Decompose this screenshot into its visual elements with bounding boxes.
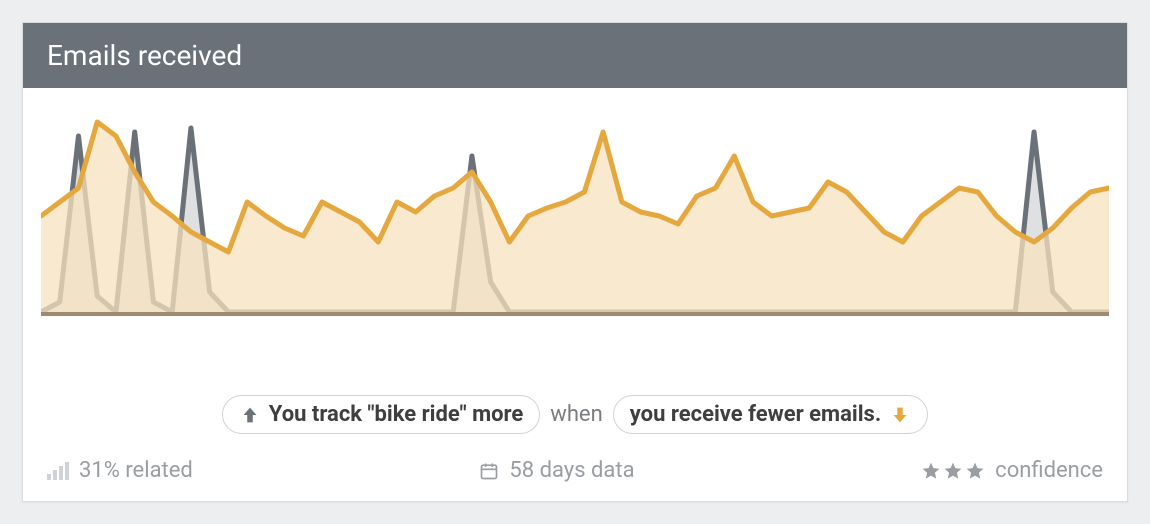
days-text: 58 days data [509,458,634,483]
chart-area [23,88,1127,375]
arrow-down-icon [889,404,911,426]
star-icon [965,461,985,481]
right-pill[interactable]: you receive fewer emails. [613,395,928,434]
days-meta: 58 days data [479,458,634,483]
correlation-chart [41,106,1109,316]
insight-card: Emails received You track "bike ride" mo… [22,22,1128,502]
confidence-stars [921,461,985,481]
related-meta: 31% related [47,458,193,483]
confidence-text: confidence [995,458,1103,483]
when-text: when [550,402,602,427]
card-title: Emails received [23,23,1127,88]
confidence-meta: confidence [921,458,1103,483]
meta-row: 31% related 58 days data confidence [23,452,1127,501]
bars-icon [47,462,69,480]
related-text: 31% related [79,458,193,483]
star-icon [921,461,941,481]
calendar-icon [479,461,499,481]
left-pill-text: You track "bike ride" more [269,402,524,427]
right-pill-text: you receive fewer emails. [630,402,881,427]
arrow-up-icon [239,404,261,426]
left-pill[interactable]: You track "bike ride" more [222,395,541,434]
correlation-statement: You track "bike ride" more when you rece… [23,375,1127,452]
star-icon [943,461,963,481]
